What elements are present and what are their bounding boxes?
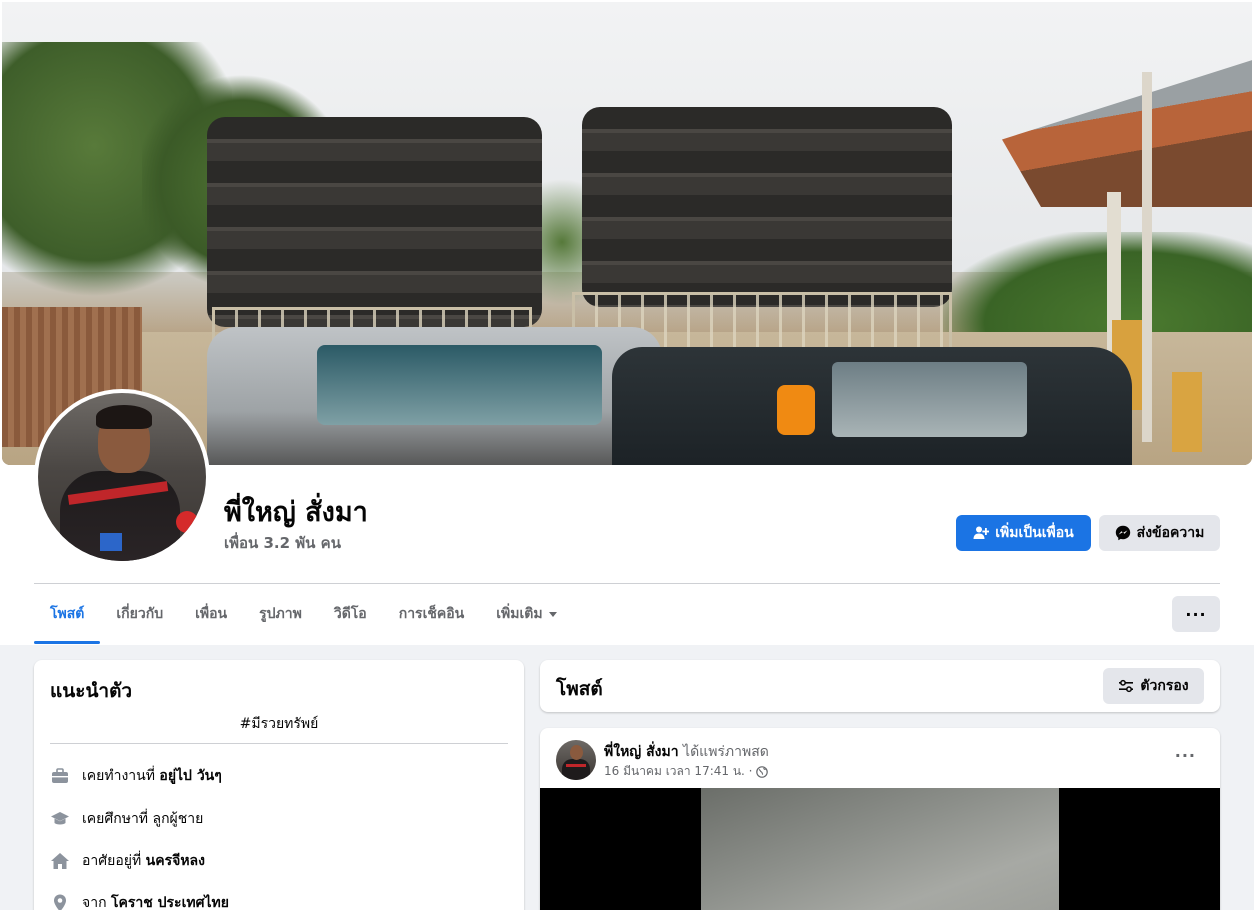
add-person-icon: [973, 526, 990, 539]
post-action-text: ได้แพร่ภาพสด: [683, 744, 769, 760]
post-author-name[interactable]: พี่ใหญ่ สั่งมา: [604, 744, 679, 760]
posts-header-card: โพสต์ ตัวกรอง: [540, 660, 1220, 712]
tab-more[interactable]: เพิ่มเติม: [480, 584, 572, 644]
post-meta: 16 มีนาคม เวลา 17:41 น. ·: [604, 762, 769, 781]
intro-card: แนะนำตัว #มีรวยทรัพย์ เคยทำงานที่ อยู่ไป…: [34, 660, 524, 910]
post-timestamp[interactable]: 16 มีนาคม เวลา 17:41 น. ·: [604, 762, 752, 781]
post-card: พี่ใหญ่ สั่งมา ได้แพร่ภาพสด 16 มีนาคม เว…: [540, 728, 1220, 910]
intro-from: จาก โคราช ประเทศไทย: [50, 892, 229, 910]
caret-down-icon: [548, 611, 557, 617]
profile-avatar[interactable]: [34, 389, 210, 565]
intro-lives-in-place[interactable]: นครจีหลง: [146, 853, 205, 869]
intro-bio: #มีรวยทรัพย์: [239, 716, 319, 732]
message-label: ส่งข้อความ: [1136, 525, 1205, 541]
friends-count[interactable]: เพื่อน 3.2 พัน คน: [224, 531, 341, 555]
location-pin-icon: [50, 893, 70, 910]
tab-videos[interactable]: วิดีโอ: [318, 584, 383, 644]
tab-checkins[interactable]: การเช็คอิน: [383, 584, 481, 644]
home-icon: [50, 851, 70, 871]
cover-photo[interactable]: [2, 2, 1252, 465]
intro-divider: [50, 743, 508, 744]
post-more-button[interactable]: ···: [1175, 746, 1196, 765]
post-header-text: พี่ใหญ่ สั่งมา ได้แพร่ภาพสด: [604, 741, 769, 763]
profile-tabs: โพสต์ เกี่ยวกับ เพื่อน รูปภาพ วิดีโอ การ…: [34, 584, 573, 644]
graduation-cap-icon: [50, 809, 70, 829]
briefcase-icon: [50, 766, 70, 786]
add-friend-button[interactable]: เพิ่มเป็นเพื่อน: [956, 515, 1091, 551]
filter-icon: [1119, 679, 1134, 693]
ellipsis-icon: ···: [1174, 746, 1196, 765]
intro-education: เคยศึกษาที่ ลูกผู้ชาย: [50, 808, 203, 830]
filter-label: ตัวกรอง: [1140, 678, 1189, 694]
intro-work-place[interactable]: อยู่ไป วันๆ: [159, 768, 221, 784]
tab-photos[interactable]: รูปภาพ: [243, 584, 318, 644]
ellipsis-icon: ···: [1185, 604, 1207, 624]
post-author-avatar[interactable]: [556, 740, 596, 780]
intro-lives-in: อาศัยอยู่ที่ นครจีหลง: [50, 850, 205, 872]
profile-header: พี่ใหญ่ สั่งมา เพื่อน 3.2 พัน คน เพิ่มเป…: [0, 0, 1254, 645]
globe-icon: [756, 765, 769, 778]
intro-title: แนะนำตัว: [50, 680, 133, 702]
posts-title: โพสต์: [556, 678, 603, 700]
messenger-icon: [1115, 525, 1130, 541]
profile-more-button[interactable]: ···: [1172, 596, 1220, 632]
post-live-video[interactable]: [540, 788, 1220, 910]
add-friend-label: เพิ่มเป็นเพื่อน: [995, 525, 1074, 541]
intro-from-place[interactable]: โคราช ประเทศไทย: [111, 895, 229, 910]
filter-button[interactable]: ตัวกรอง: [1103, 668, 1204, 704]
profile-name: พี่ใหญ่ สั่งมา: [224, 497, 368, 528]
intro-work: เคยทำงานที่ อยู่ไป วันๆ: [50, 765, 222, 787]
tab-friends[interactable]: เพื่อน: [179, 584, 243, 644]
message-button[interactable]: ส่งข้อความ: [1099, 515, 1220, 551]
tab-posts[interactable]: โพสต์: [34, 584, 101, 644]
tab-about[interactable]: เกี่ยวกับ: [100, 584, 179, 644]
